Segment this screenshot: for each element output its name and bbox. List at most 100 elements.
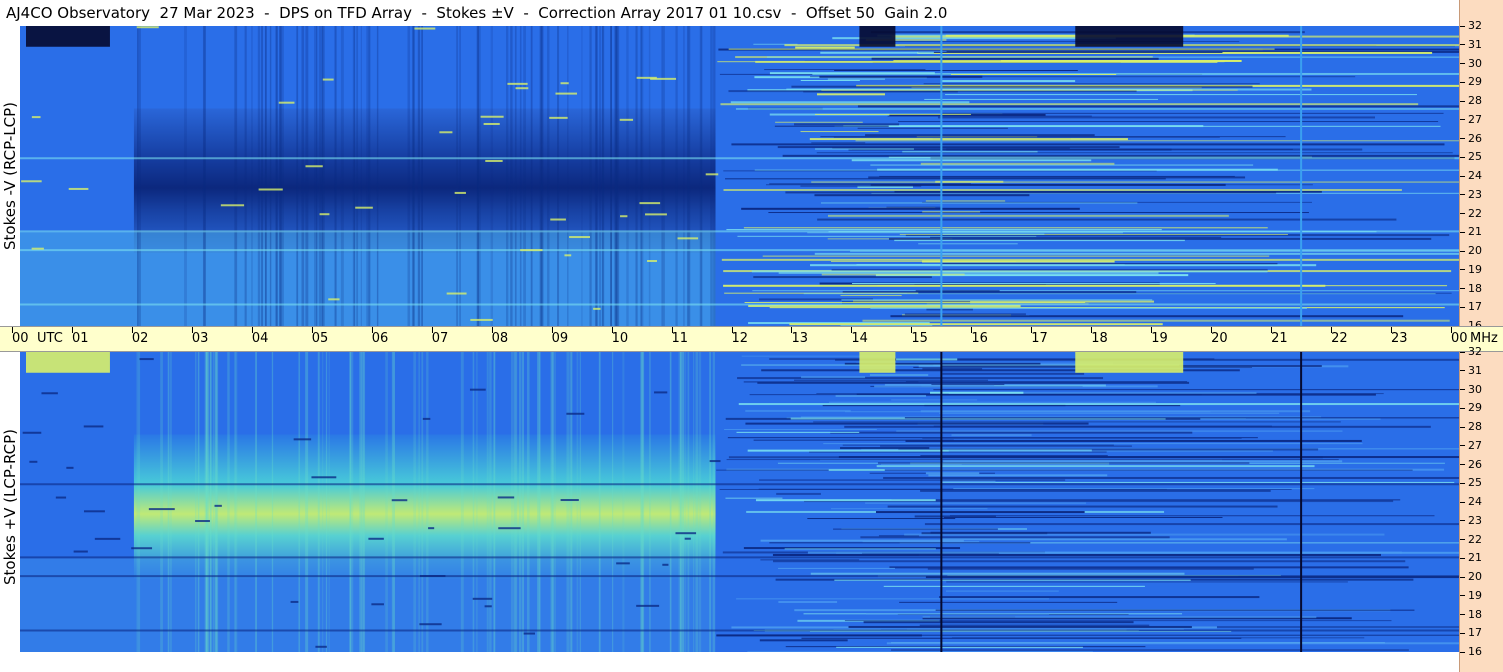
- time-unit-label: UTC: [37, 331, 63, 346]
- spectrogram-bottom: [20, 352, 1459, 652]
- freq-tick-label: 21: [1460, 226, 1482, 238]
- time-tick-text: 10: [611, 331, 629, 346]
- time-tick-text: 16: [971, 331, 988, 346]
- time-tick-text: 13: [791, 331, 808, 346]
- time-tick-label: 21: [1271, 327, 1288, 348]
- time-tick-text: 22: [1331, 331, 1348, 346]
- freq-tick-label: 27: [1460, 113, 1482, 126]
- time-tick-mark: [131, 327, 133, 333]
- time-tick-mark: [371, 327, 373, 333]
- time-tick-text: 08: [491, 331, 509, 346]
- time-tick-text: 00: [12, 331, 29, 346]
- time-tick-label: 00: [12, 327, 29, 348]
- time-tick-label: 18: [1091, 327, 1108, 348]
- time-tick-mark: [12, 327, 13, 333]
- time-tick-mark: [791, 327, 793, 333]
- time-axis: 00 01 02 03 04 05 06 07 08 09 10 11 12 13 14 15 16 17 18 19…: [0, 326, 1503, 352]
- time-tick-label: 22: [1331, 327, 1348, 348]
- time-tick-text: 18: [1091, 331, 1108, 346]
- time-tick-mark: [431, 327, 433, 333]
- time-tick-label: 14: [851, 327, 868, 348]
- freq-axis-bottom: 32 31 30 29 28 27 26 25 24 23 22 21 20 19 18 17 16: [1459, 346, 1503, 672]
- freq-tick-label: 23: [1460, 188, 1482, 201]
- time-tick-mark: [911, 327, 913, 333]
- time-tick-text: 07: [431, 331, 449, 346]
- freq-tick-label: 30: [1460, 57, 1482, 70]
- time-tick-label: 15: [911, 327, 928, 348]
- spectrogram-svg: [20, 26, 1459, 326]
- freq-tick-label: 32: [1460, 346, 1482, 358]
- freq-tick-label: 22: [1460, 533, 1482, 546]
- time-tick-label: 17: [1031, 327, 1048, 348]
- time-tick-label: 01: [71, 327, 89, 348]
- time-tick-label: 16: [971, 327, 988, 348]
- time-tick-mark: [71, 327, 73, 333]
- time-tick-mark: [1331, 327, 1333, 333]
- time-tick-text: 14: [851, 331, 868, 346]
- freq-tick-label: 30: [1460, 383, 1482, 396]
- time-tick-mark: [1451, 327, 1452, 333]
- time-tick-mark: [311, 327, 313, 333]
- time-tick-mark: [1271, 327, 1273, 333]
- time-tick-text: 04: [251, 331, 269, 346]
- freq-tick-label: 17: [1460, 627, 1482, 639]
- time-tick-text: 12: [731, 331, 749, 346]
- time-tick-text: 21: [1271, 331, 1288, 346]
- time-tick-label: 08: [491, 327, 509, 348]
- time-tick-mark: [251, 327, 253, 333]
- time-tick-label: 11: [671, 327, 688, 348]
- freq-tick-label: 20: [1460, 571, 1482, 583]
- time-tick-mark: [611, 327, 613, 333]
- freq-tick-label: 17: [1460, 301, 1482, 313]
- time-tick-text: 01: [71, 331, 89, 346]
- time-tick-label: 23: [1391, 327, 1408, 348]
- freq-tick-label: 27: [1460, 439, 1482, 452]
- spectrogram-svg: [20, 352, 1459, 652]
- time-tick-label: 20: [1211, 327, 1228, 348]
- freq-tick-label: 28: [1460, 421, 1482, 433]
- freq-tick-label: 19: [1460, 589, 1482, 602]
- freq-tick-label: 20: [1460, 245, 1482, 257]
- time-tick-label: 03: [191, 327, 208, 348]
- time-tick-label: 06: [371, 327, 389, 348]
- time-tick-text: 20: [1211, 331, 1228, 346]
- time-tick-text: 06: [371, 331, 389, 346]
- freq-tick-label: 21: [1460, 552, 1482, 564]
- freq-axis-top: 3231302928272625242322212019181716: [1459, 0, 1503, 332]
- freq-tick-label: 25: [1460, 477, 1482, 489]
- time-tick-text: 02: [131, 331, 149, 346]
- freq-tick-label: 29: [1460, 76, 1482, 88]
- freq-tick-label: 28: [1460, 95, 1482, 107]
- time-tick-mark: [1091, 327, 1093, 333]
- time-tick-text: 09: [551, 331, 569, 346]
- freq-tick-label: 26: [1460, 132, 1482, 145]
- time-tick-mark: [551, 327, 553, 333]
- freq-tick-label: 18: [1460, 608, 1482, 621]
- time-tick-label: 09: [551, 327, 569, 348]
- time-tick-label: 04: [251, 327, 269, 348]
- freq-tick-label: 24: [1460, 170, 1482, 182]
- freq-tick-label: 25: [1460, 151, 1482, 163]
- bottom-panel-ylabel: Stokes +V (LCP-RCP): [1, 429, 19, 585]
- time-tick-label: 19: [1151, 327, 1168, 348]
- freq-tick-label: 16: [1460, 646, 1482, 658]
- time-tick-text: 00: [1451, 331, 1468, 346]
- time-tick-label: 05: [311, 327, 329, 348]
- freq-tick-label: 26: [1460, 458, 1482, 471]
- time-tick-text: 17: [1031, 331, 1048, 346]
- freq-tick-label: 29: [1460, 402, 1482, 414]
- time-tick-mark: [971, 327, 973, 333]
- time-tick-label: 12: [731, 327, 749, 348]
- freq-tick-label: 32: [1460, 20, 1482, 32]
- time-tick-label: 02: [131, 327, 149, 348]
- freq-tick-label: 22: [1460, 207, 1482, 220]
- time-tick-mark: [1151, 327, 1153, 333]
- time-tick-mark: [1391, 327, 1393, 333]
- time-tick-text: 05: [311, 331, 329, 346]
- freq-tick-label: 31: [1460, 38, 1482, 51]
- freq-tick-label: 19: [1460, 263, 1482, 276]
- top-panel-ylabel: Stokes -V (RCP-LCP): [1, 102, 19, 250]
- spectrogram-top: [20, 26, 1459, 326]
- time-tick-text: 15: [911, 331, 928, 346]
- time-tick-label: 07: [431, 327, 449, 348]
